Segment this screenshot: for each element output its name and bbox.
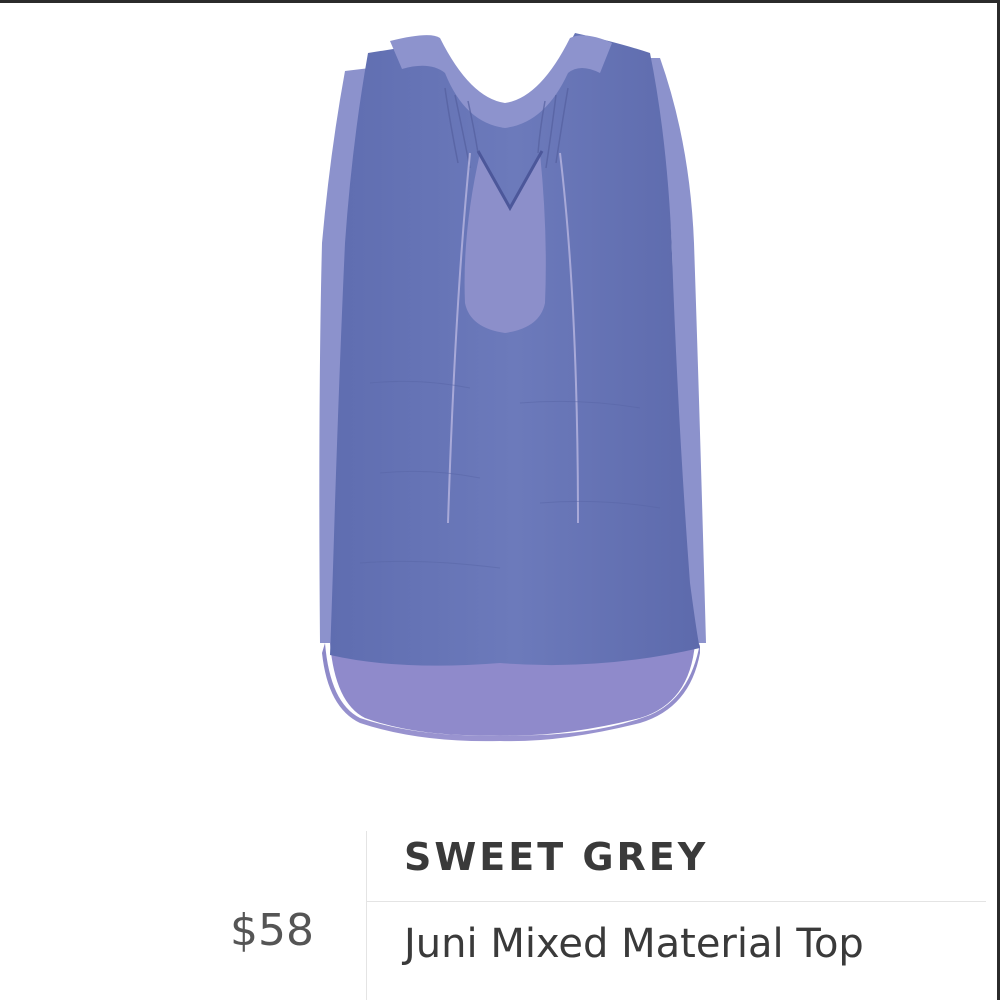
vertical-divider [366, 831, 367, 1000]
brand-name: SWEET GREY [404, 835, 709, 879]
product-name: Juni Mixed Material Top [404, 921, 864, 967]
blouse-body [330, 33, 700, 666]
blouse-illustration [319, 33, 706, 742]
horizontal-divider [366, 901, 986, 902]
product-image[interactable] [0, 3, 1000, 803]
product-card[interactable]: SWEET GREY $58 Juni Mixed Material Top [0, 0, 1000, 1000]
product-price: $58 [230, 905, 314, 956]
